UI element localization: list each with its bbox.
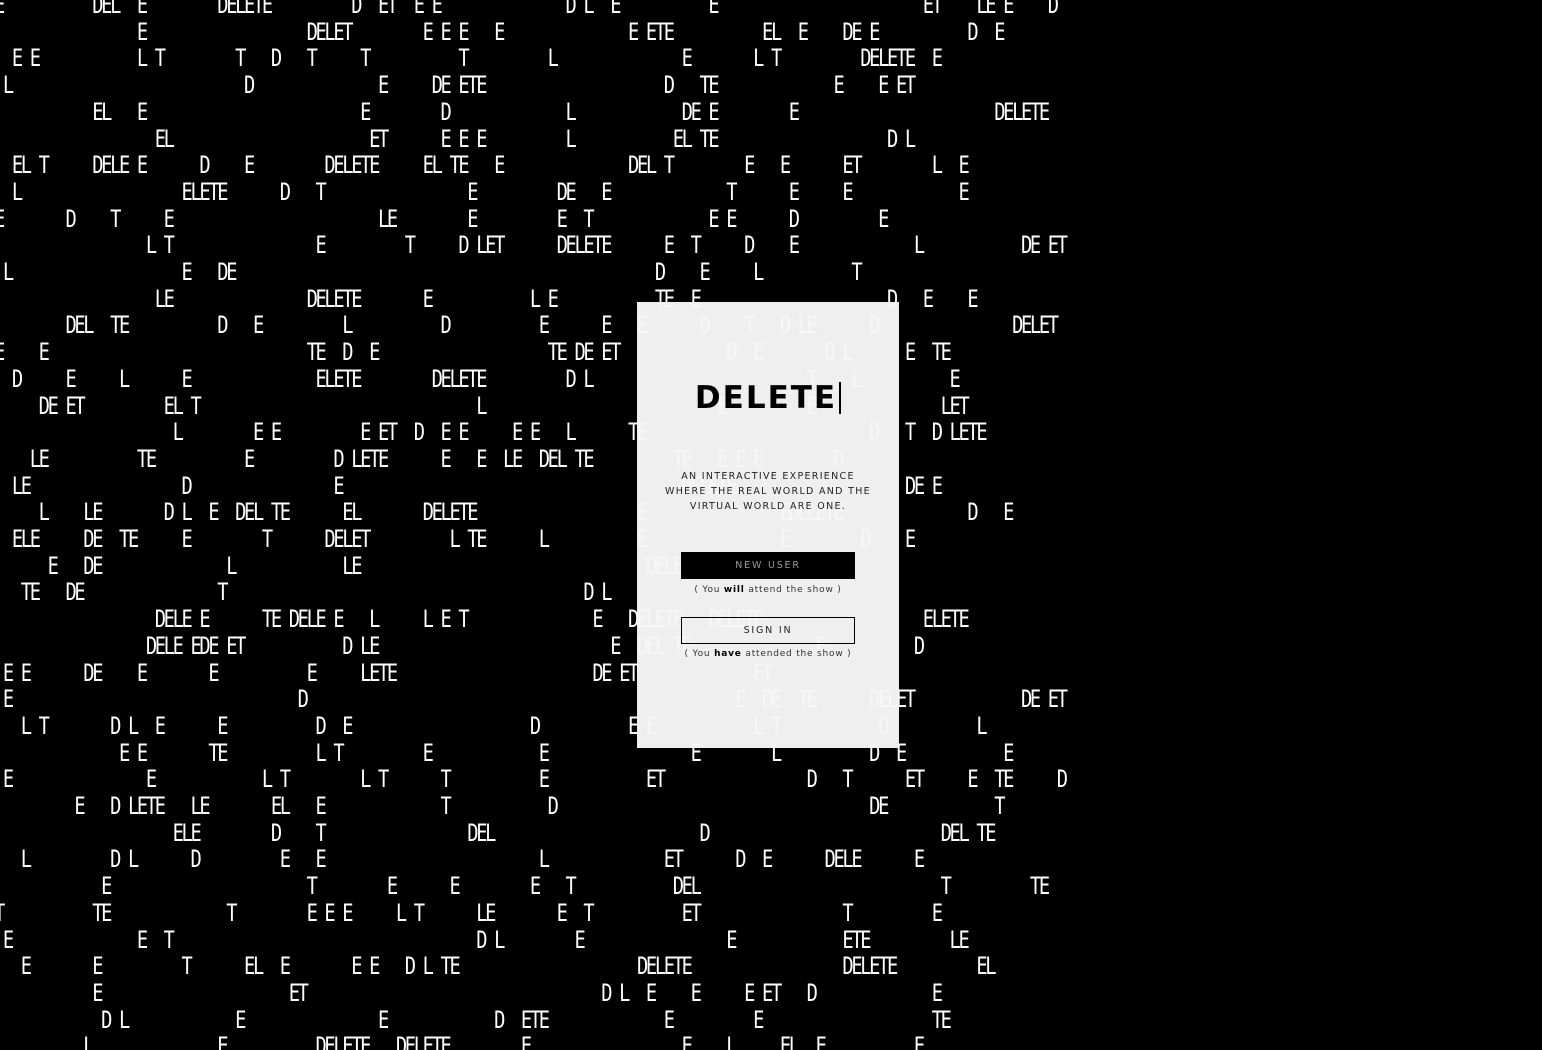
sign-in-note: ( You have attended the show ): [637, 649, 899, 659]
card-overlay-text-line: L T D L E E D E D E E L T D L: [637, 711, 889, 740]
background-text-line: D L E E D ETE E E TE: [0, 1005, 952, 1034]
background-text-line: L E DELETE DELETE E E L EL E E: [0, 1032, 925, 1050]
card-overlay-text-line: DEL TE D E L D E E E D T D LE D DELET: [637, 311, 880, 340]
text-cursor: [839, 382, 842, 414]
card-overlay-text-line: L E E E ET D E E E E L TE D T D LETE: [637, 418, 880, 447]
sign-in-note-prefix: ( You: [684, 649, 715, 659]
tagline: AN INTERACTIVE EXPERIENCE WHERE THE REAL…: [665, 471, 871, 512]
card-overlay-text-line: E E TE L T E E E L D E E: [637, 739, 899, 748]
background-text-line: L D E DE ETE D TE E E ET: [0, 71, 916, 100]
background-text-line: E D E DE TE DELET DE ET: [0, 685, 1068, 714]
card-overlay-text-line: E E TE D E TE DE ET D E D L E TE: [726, 338, 853, 367]
sign-in-note-suffix: attended the show ): [741, 649, 852, 659]
sign-in-note-emphasis: have: [714, 649, 742, 659]
app-title: DELETE: [637, 380, 899, 416]
background-text-line: E DEL E DELETE D ET E E D L E E ET LE E …: [0, 0, 1059, 19]
sign-in-button[interactable]: SIGN IN: [681, 617, 855, 644]
background-text-line: E D T E LE E E T E E D E: [0, 204, 889, 233]
background-text-line: TE DE T D L: [0, 578, 613, 607]
background-text-line: E E T D L E E ETE LE: [0, 925, 970, 954]
background-text-line: E E L T L T T E ET D T ET E TE D: [0, 765, 1068, 794]
background-text-line: L ELETE D T E DE E T E E E: [0, 177, 970, 206]
background-text-line: EL T DELE E D E DELETE EL TE E DEL T E E…: [0, 151, 970, 180]
background-text-line: E DELET E E E E E ETE EL E DE E D E: [0, 17, 1006, 46]
new-user-note-prefix: ( You: [694, 585, 724, 595]
card-overlay-text-line: E E DE E E E LETE DE ET ET: [637, 658, 773, 687]
background-text-line: ELE D T DEL D DEL TE: [0, 818, 997, 847]
background-text-line: L D L D E E L ET D E DELE E: [0, 845, 925, 874]
new-user-note-suffix: attend the show ): [744, 585, 842, 595]
background-text-line: E E L T T D T T T L E L T DELETE E: [0, 44, 943, 73]
background-text-line: EL ET E E E L EL TE D L: [0, 124, 916, 153]
new-user-note: ( You will attend the show ): [637, 585, 899, 595]
card-letter-rain-overlay: E DEL E DELETE D ET E E D L E E ET LE E …: [637, 302, 899, 748]
new-user-button[interactable]: NEW USER: [681, 552, 855, 579]
background-text-line: E D LETE LE EL E T D DE T: [0, 792, 1005, 820]
card-overlay-text-line: ELE DE TE E T DELET L TE L E E D E: [637, 525, 872, 553]
background-text-line: L T E T D LET DELETE E T D E L DE ET: [0, 231, 1068, 260]
card-overlay-text-line: E D E DE TE DELET DE ET: [735, 685, 899, 714]
background-text-line: T TE T E E E L T LE E T ET T E: [0, 898, 943, 927]
background-text-line: EL E E D L DE E E DELETE: [0, 97, 1050, 126]
app-title-text: DELETE: [694, 380, 838, 416]
background-text-line: E ET D L E E E ET D E: [0, 978, 943, 1007]
welcome-card: E DEL E DELETE D ET E E D L E E ET LE E …: [637, 302, 899, 748]
background-text-line: E E T EL E E E D L TE DELETE DELETE EL: [0, 952, 997, 981]
background-text-line: L E DE D E L T: [0, 258, 863, 286]
new-user-note-emphasis: will: [723, 585, 745, 595]
background-text-line: E T E E E T DEL T TE: [0, 872, 1050, 901]
